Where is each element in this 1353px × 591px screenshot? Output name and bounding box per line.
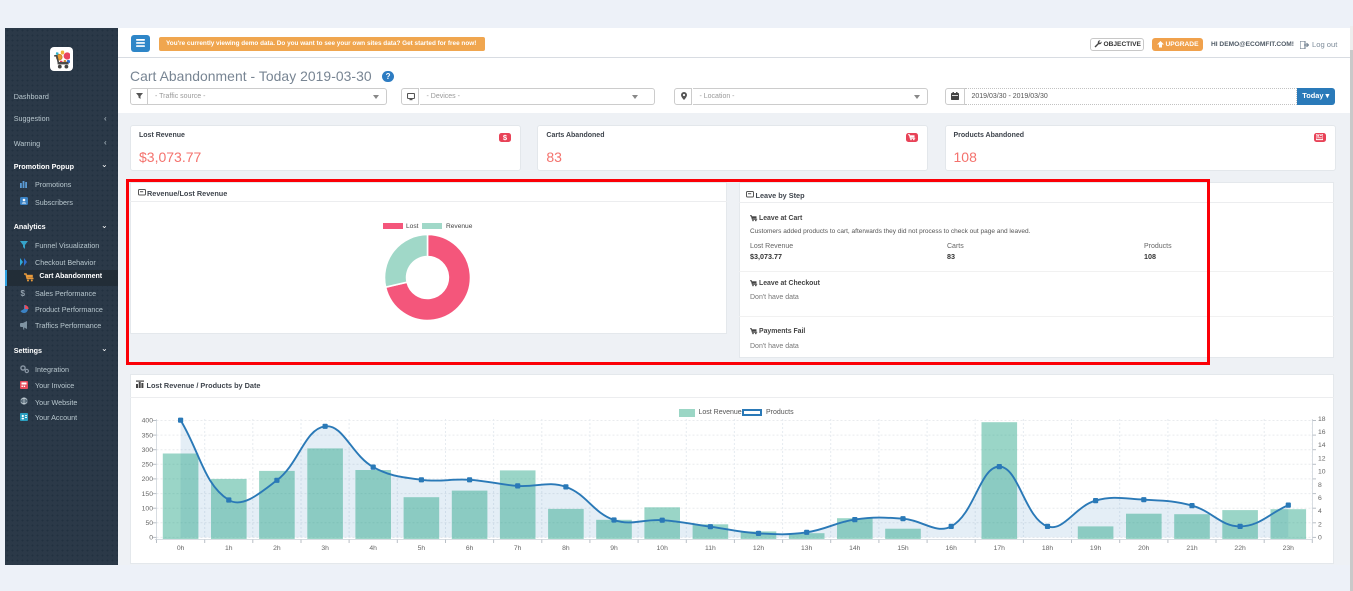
svg-text:21h: 21h bbox=[1186, 545, 1198, 552]
svg-text:350: 350 bbox=[142, 432, 154, 439]
svg-text:0h: 0h bbox=[177, 545, 185, 552]
svg-text:1h: 1h bbox=[225, 545, 233, 552]
svg-text:150: 150 bbox=[142, 491, 154, 498]
svg-text:250: 250 bbox=[142, 462, 154, 469]
svg-text:7h: 7h bbox=[514, 545, 522, 552]
svg-text:6: 6 bbox=[1318, 495, 1322, 502]
svg-text:22h: 22h bbox=[1234, 545, 1246, 552]
svg-text:9h: 9h bbox=[610, 545, 618, 552]
svg-text:18h: 18h bbox=[1042, 545, 1054, 552]
svg-text:13h: 13h bbox=[801, 545, 813, 552]
svg-text:50: 50 bbox=[145, 520, 153, 527]
svg-text:8: 8 bbox=[1318, 482, 1322, 489]
svg-text:19h: 19h bbox=[1090, 545, 1102, 552]
svg-text:5h: 5h bbox=[418, 545, 426, 552]
svg-text:18: 18 bbox=[1318, 416, 1326, 423]
svg-text:6h: 6h bbox=[466, 545, 474, 552]
svg-text:2: 2 bbox=[1318, 521, 1322, 528]
svg-text:14h: 14h bbox=[849, 545, 861, 552]
svg-text:16: 16 bbox=[1318, 429, 1326, 436]
svg-text:0: 0 bbox=[149, 535, 153, 542]
svg-text:300: 300 bbox=[142, 447, 154, 454]
svg-text:15h: 15h bbox=[897, 545, 909, 552]
svg-text:23h: 23h bbox=[1283, 545, 1295, 552]
svg-text:17h: 17h bbox=[994, 545, 1006, 552]
svg-text:10h: 10h bbox=[657, 545, 669, 552]
svg-text:8h: 8h bbox=[562, 545, 570, 552]
svg-text:100: 100 bbox=[142, 505, 154, 512]
svg-text:200: 200 bbox=[142, 476, 154, 483]
svg-text:2h: 2h bbox=[273, 545, 281, 552]
svg-text:11h: 11h bbox=[705, 545, 716, 552]
svg-text:4: 4 bbox=[1318, 508, 1322, 515]
svg-text:14: 14 bbox=[1318, 442, 1326, 449]
svg-text:12h: 12h bbox=[753, 545, 765, 552]
svg-text:4h: 4h bbox=[369, 545, 377, 552]
svg-text:12: 12 bbox=[1318, 455, 1326, 462]
svg-text:400: 400 bbox=[142, 418, 154, 425]
svg-text:3h: 3h bbox=[321, 545, 329, 552]
svg-text:10: 10 bbox=[1318, 469, 1326, 476]
svg-text:20h: 20h bbox=[1138, 545, 1150, 552]
svg-text:16h: 16h bbox=[946, 545, 958, 552]
svg-text:0: 0 bbox=[1318, 535, 1322, 542]
